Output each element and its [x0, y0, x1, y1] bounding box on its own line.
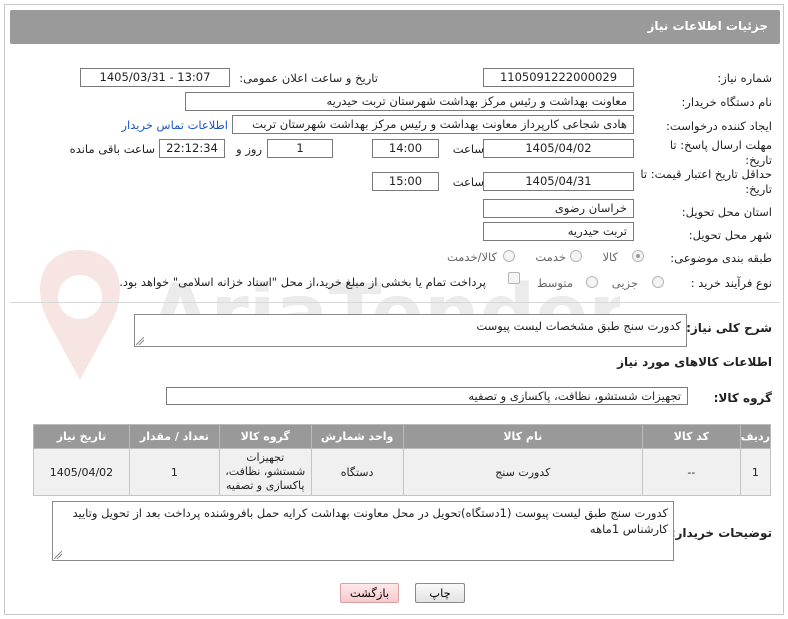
- goods-info-heading: اطلاعات کالاهای مورد نیاز: [617, 355, 772, 369]
- buyer-contact-link[interactable]: اطلاعات تماس خریدار: [121, 118, 228, 132]
- city-field: تربت حیدریه: [483, 222, 634, 241]
- cell-row-number: 1: [739, 448, 772, 496]
- page-title: جزئیات اطلاعات نیاز: [647, 19, 768, 33]
- days-left-field: 1: [267, 139, 333, 158]
- treasury-payment-note: پرداخت تمام یا بخشی از مبلغ خرید،از محل …: [119, 275, 486, 289]
- validity-time-field: 15:00: [372, 172, 439, 191]
- table-row: 1 -- کدورت سنج دستگاه تجهیزات شستشو، نظا…: [33, 448, 772, 496]
- category-label: طبقه بندی موضوعی:: [670, 251, 772, 265]
- col-need-date: تاریخ نیاز: [33, 424, 130, 449]
- province-label: استان محل تحویل:: [681, 205, 772, 219]
- price-validity-label: حداقل تاریخ اعتبار قیمت: تا تاریخ:: [640, 167, 772, 196]
- resize-handle-icon[interactable]: [54, 551, 62, 559]
- buyer-org-field: معاونت بهداشت و رئیس مرکز بهداشت شهرستان…: [185, 92, 634, 111]
- category-goods-service-label: کالا/خدمت: [446, 250, 497, 264]
- announce-datetime-label: تاریخ و ساعت اعلان عمومی:: [239, 71, 378, 85]
- col-item-name: نام کالا: [402, 424, 644, 449]
- col-quantity: تعداد / مقدار: [128, 424, 220, 449]
- process-type-label: نوع فرآیند خرید :: [690, 276, 772, 290]
- items-table: ردیف کد کالا نام کالا واحد شمارش گروه کا…: [33, 424, 772, 496]
- category-service-label: خدمت: [535, 250, 566, 264]
- buyer-notes-textarea[interactable]: کدورت سنج طبق لیست پیوست (1دستگاه)تحویل …: [52, 501, 674, 561]
- reply-deadline-label: مهلت ارسال پاسخ: تا تاریخ:: [669, 138, 772, 167]
- province-field: خراسان رضوی: [483, 199, 634, 218]
- print-button[interactable]: چاپ: [415, 583, 465, 603]
- goods-group-label: گروه کالا:: [713, 391, 772, 405]
- reply-date-field: 1405/04/02: [483, 139, 634, 158]
- cell-quantity: 1: [128, 448, 220, 496]
- remaining-label: ساعت باقی مانده: [69, 142, 155, 156]
- need-number-field: 1105091222000029: [483, 68, 634, 87]
- page-header: جزئیات اطلاعات نیاز: [10, 10, 780, 44]
- day-and-label: روز و: [236, 142, 262, 156]
- buyer-notes-label: توضیحات خریدار:: [670, 526, 772, 540]
- announce-datetime-field: 1405/03/31 - 13:07: [80, 68, 230, 87]
- general-desc-textarea[interactable]: کدورت سنج طبق مشخصات لیست پیوست: [134, 314, 687, 347]
- process-medium-label: متوسط: [536, 276, 573, 290]
- category-goods-label: کالا: [602, 250, 618, 264]
- col-row-number: ردیف: [739, 424, 772, 449]
- cell-item-code: --: [642, 448, 741, 496]
- category-radio-service[interactable]: [570, 250, 582, 262]
- validity-date-field: 1405/04/31: [483, 172, 634, 191]
- requester-field: هادی شجاعی کارپرداز معاونت بهداشت و رئیس…: [232, 115, 634, 134]
- category-radio-goods-service[interactable]: [503, 250, 515, 262]
- process-radio-medium[interactable]: [586, 276, 598, 288]
- time-left-field: 22:12:34: [159, 139, 225, 158]
- category-radio-goods[interactable]: [632, 250, 644, 262]
- cell-need-date: 1405/04/02: [33, 448, 130, 496]
- treasury-payment-checkbox[interactable]: [508, 272, 520, 284]
- process-minor-label: جزیی: [611, 276, 638, 290]
- cell-item-name: کدورت سنج: [402, 448, 644, 496]
- back-button[interactable]: بازگشت: [340, 583, 399, 603]
- cell-item-group: تجهیزات شستشو، نظافت، پاکسازی و تصفیه: [218, 448, 312, 496]
- col-item-code: کد کالا: [642, 424, 741, 449]
- cell-unit: دستگاه: [310, 448, 404, 496]
- city-label: شهر محل تحویل:: [688, 228, 772, 242]
- reply-time-field: 14:00: [372, 139, 439, 158]
- general-desc-label: شرح کلی نیاز:: [686, 321, 772, 335]
- resize-handle-icon[interactable]: [136, 337, 144, 345]
- validity-time-label: ساعت: [452, 175, 484, 189]
- buyer-org-label: نام دستگاه خریدار:: [681, 95, 772, 109]
- divider: [10, 302, 780, 303]
- reply-time-label: ساعت: [452, 142, 484, 156]
- process-radio-minor[interactable]: [652, 276, 664, 288]
- need-number-label: شماره نیاز:: [717, 71, 772, 85]
- goods-group-field: تجهیزات شستشو، نظافت، پاکسازی و تصفیه: [166, 387, 688, 405]
- table-header-row: ردیف کد کالا نام کالا واحد شمارش گروه کا…: [33, 424, 772, 449]
- col-unit: واحد شمارش: [310, 424, 404, 449]
- requester-label: ایجاد کننده درخواست:: [666, 119, 772, 133]
- col-item-group: گروه کالا: [218, 424, 312, 449]
